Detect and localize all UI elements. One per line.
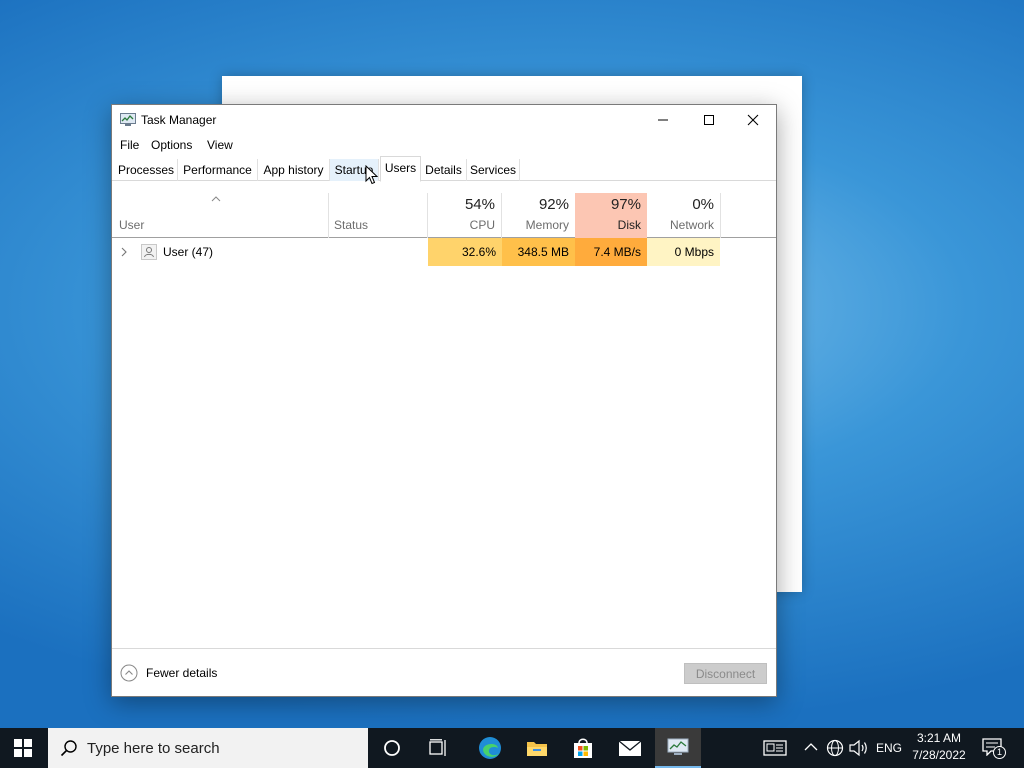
notification-center-button[interactable]: 1: [982, 738, 1006, 759]
network-label: Network: [669, 218, 714, 232]
column-disk[interactable]: 97% Disk: [575, 193, 647, 238]
tab-processes[interactable]: Processes: [115, 159, 178, 181]
memory-total-percent: 92%: [538, 196, 569, 213]
disk-total-percent: 97%: [610, 196, 641, 213]
network-total-percent: 0%: [692, 196, 714, 213]
tab-details[interactable]: Details: [421, 159, 467, 181]
clock[interactable]: 3:21 AM 7/28/2022: [906, 731, 972, 762]
cpu-total-percent: 54%: [464, 196, 495, 213]
store-button[interactable]: [560, 728, 606, 768]
show-hidden-icons-icon[interactable]: [804, 742, 818, 752]
taskbar: Type here to search ENG 3:21 AM 7/28/202…: [0, 728, 1024, 768]
menu-view[interactable]: View: [207, 138, 233, 152]
start-button[interactable]: [0, 728, 46, 768]
language-indicator[interactable]: ENG: [876, 741, 902, 755]
notification-badge: 1: [993, 746, 1006, 759]
disconnect-button[interactable]: Disconnect: [684, 663, 767, 684]
memory-label: Memory: [525, 218, 569, 232]
task-manager-app-icon: [120, 113, 136, 126]
windows-logo-icon: [14, 739, 32, 757]
cpu-cell: 32.6%: [428, 238, 502, 266]
column-status[interactable]: Status: [334, 218, 368, 232]
sort-ascending-icon[interactable]: [211, 196, 221, 202]
fewer-details-button[interactable]: Fewer details: [120, 664, 217, 682]
folder-icon: [527, 742, 547, 756]
tab-strip: Processes Performance App history Startu…: [112, 156, 776, 182]
column-divider[interactable]: [720, 193, 721, 238]
mouse-cursor-icon: [365, 165, 378, 185]
network-cell: 0 Mbps: [647, 238, 720, 266]
disk-cell: 7.4 MB/s: [575, 238, 647, 266]
tab-services[interactable]: Services: [467, 159, 520, 181]
task-manager-taskbar-button[interactable]: [655, 728, 701, 768]
clock-date: 7/28/2022: [912, 748, 966, 762]
footer: Fewer details Disconnect: [112, 648, 776, 696]
edge-icon: [479, 737, 501, 759]
task-view-button[interactable]: [416, 728, 462, 768]
file-explorer-button[interactable]: [514, 728, 560, 768]
news-icon: [763, 740, 787, 756]
column-header: User Status 54% CPU 92% Memory 97% Disk …: [112, 193, 776, 238]
network-globe-icon[interactable]: [826, 739, 844, 757]
window-title: Task Manager: [141, 113, 217, 127]
task-manager-window: Task Manager File Options View Processes…: [111, 104, 777, 697]
title-bar[interactable]: Task Manager: [112, 105, 776, 135]
task-view-icon: [429, 739, 446, 756]
cpu-label: CPU: [469, 218, 495, 232]
column-cpu[interactable]: 54% CPU: [428, 193, 501, 238]
cortana-button[interactable]: [369, 728, 415, 768]
close-icon: [747, 114, 759, 126]
mail-button[interactable]: [607, 728, 653, 768]
maximize-icon: [704, 115, 714, 125]
clock-time: 3:21 AM: [916, 731, 962, 745]
volume-icon[interactable]: [849, 739, 869, 757]
table-row[interactable]: User (47) 32.6% 348.5 MB 7.4 MB/s 0 Mbps: [112, 238, 776, 266]
minimize-button[interactable]: [640, 105, 686, 135]
menu-file[interactable]: File: [120, 138, 139, 152]
search-placeholder: Type here to search: [87, 739, 220, 757]
column-network[interactable]: 0% Network: [647, 193, 720, 238]
tab-performance[interactable]: Performance: [178, 159, 258, 181]
minimize-icon: [658, 119, 668, 121]
disk-label: Disk: [617, 218, 641, 232]
chevron-right-icon[interactable]: [121, 247, 128, 257]
user-icon: [141, 244, 157, 260]
maximize-button[interactable]: [686, 105, 732, 135]
column-memory[interactable]: 92% Memory: [502, 193, 575, 238]
fewer-details-label: Fewer details: [146, 666, 218, 680]
close-button[interactable]: [730, 105, 776, 135]
task-manager-icon: [667, 738, 689, 755]
menu-bar: File Options View: [112, 135, 776, 157]
search-icon: [60, 740, 77, 757]
tab-users[interactable]: Users: [380, 156, 421, 182]
user-name: User (47): [163, 245, 214, 259]
chevron-up-circle-icon: [120, 664, 138, 682]
news-button[interactable]: [752, 728, 798, 768]
column-user[interactable]: User: [119, 218, 144, 232]
store-icon: [574, 738, 592, 758]
search-box[interactable]: Type here to search: [48, 728, 368, 768]
menu-options[interactable]: Options: [151, 138, 192, 152]
tab-app-history[interactable]: App history: [258, 159, 330, 181]
cortana-icon: [384, 740, 400, 756]
edge-taskbar-button[interactable]: [467, 728, 513, 768]
column-divider[interactable]: [328, 193, 329, 238]
memory-cell: 348.5 MB: [502, 238, 575, 266]
mail-icon: [618, 740, 642, 756]
